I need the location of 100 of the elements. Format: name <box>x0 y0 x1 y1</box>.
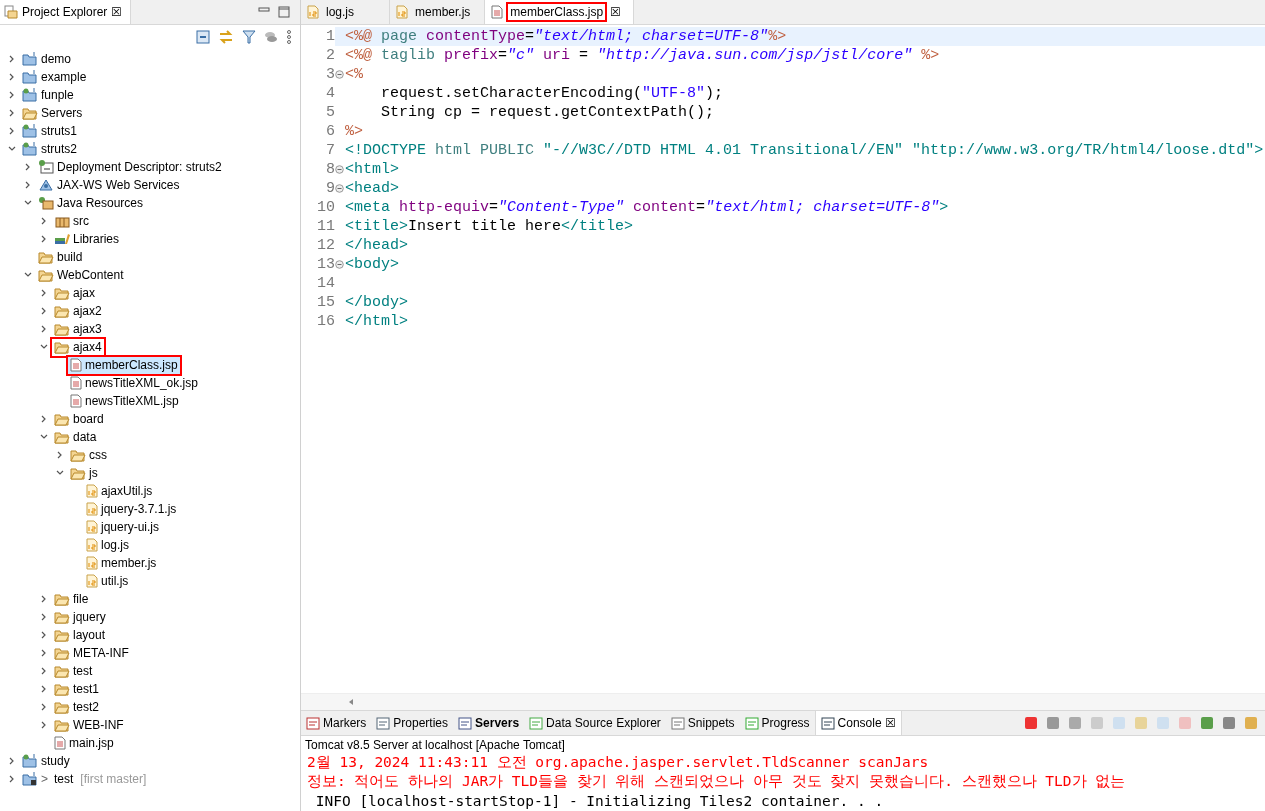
tree-item-label: log.js <box>101 538 129 552</box>
tree-item[interactable]: util.js <box>84 572 131 590</box>
tree-item[interactable]: Deployment Descriptor: struts2 <box>36 158 224 176</box>
tree-item[interactable]: test <box>52 662 95 680</box>
collapse-all-icon[interactable] <box>196 30 210 44</box>
folder-icon <box>54 412 70 426</box>
line-number: 4 <box>326 85 335 102</box>
tree-item-label: Java Resources <box>57 196 144 210</box>
line-number: 1 <box>326 28 335 45</box>
tree-item[interactable]: WEB-INF <box>52 716 126 734</box>
panel-tab[interactable]: Markers <box>301 711 372 735</box>
tree-item[interactable]: member.js <box>84 554 159 572</box>
close-button[interactable]: ☒ <box>111 5 123 19</box>
panel-tab[interactable]: Servers <box>453 711 525 735</box>
tree-item[interactable]: newsTitleXML.jsp <box>68 392 181 410</box>
tree-item[interactable]: test1 <box>52 680 101 698</box>
descriptor-icon <box>38 160 54 174</box>
tree-item[interactable]: Libraries <box>52 230 122 248</box>
tree-item[interactable]: file <box>52 590 91 608</box>
tree-item[interactable]: ajax <box>52 284 97 302</box>
tree-item[interactable]: newsTitleXML_ok.jsp <box>68 374 200 392</box>
panel-tab[interactable]: Console ☒ <box>814 711 902 735</box>
tree-item[interactable]: Servers <box>20 104 85 122</box>
tree-item[interactable]: ajax4 <box>52 338 104 356</box>
scroll-left-icon[interactable] <box>347 698 355 706</box>
panel-tab[interactable]: Properties <box>371 711 454 735</box>
tree-item-label: Deployment Descriptor: struts2 <box>57 160 222 174</box>
tree-item[interactable]: Java Resources <box>36 194 146 212</box>
tree-item[interactable]: js <box>68 464 100 482</box>
tree-item[interactable]: ajax2 <box>52 302 104 320</box>
code-line: request.setCharacterEncoding("UTF-8"); <box>380 85 724 102</box>
tree-item[interactable]: study <box>20 752 72 770</box>
tree-item[interactable]: main.jsp <box>52 734 116 752</box>
tree-item[interactable]: funple <box>20 86 76 104</box>
tree-item[interactable]: memberClass.jsp <box>68 356 180 374</box>
tree-item-label: test <box>54 772 74 786</box>
web-project-icon <box>22 124 38 138</box>
view-title: Project Explorer <box>22 5 108 19</box>
jsp-file-icon <box>70 358 82 372</box>
js-file-icon <box>86 502 98 516</box>
tree-item[interactable]: css <box>68 446 109 464</box>
tree-item-label: jquery-ui.js <box>101 520 160 534</box>
coins-icon[interactable] <box>264 30 278 44</box>
library-books-icon <box>54 232 70 246</box>
maximize-icon[interactable] <box>278 6 290 18</box>
tree-item-label: test2 <box>73 700 99 714</box>
tree-item[interactable]: ajaxUtil.js <box>84 482 155 500</box>
package-icon <box>54 214 70 228</box>
code-line: <%@ page contentType="text/html; charset=UTF-8"%> <box>345 28 787 45</box>
tree-item[interactable]: test2 <box>52 698 101 716</box>
tree-item[interactable]: layout <box>52 626 108 644</box>
filter-icon[interactable] <box>242 30 256 44</box>
line-number: 10 <box>317 199 335 216</box>
tree-item[interactable]: WebContent <box>36 266 126 284</box>
js-file-icon <box>396 5 408 19</box>
tree-item-label: JAX-WS Web Services <box>57 178 180 192</box>
tree-item[interactable]: log.js <box>84 536 131 554</box>
code-line: <html> <box>345 161 399 178</box>
tree-item[interactable]: jquery <box>52 608 108 626</box>
line-number: 15 <box>317 294 335 311</box>
tree-item[interactable]: example <box>20 68 89 86</box>
panel-tab[interactable]: Progress <box>739 711 815 735</box>
panel-tab[interactable]: Snippets <box>665 711 740 735</box>
java-resources-icon <box>38 196 54 210</box>
fold-icon[interactable] <box>335 184 344 193</box>
explorer-icon <box>4 5 18 19</box>
fold-icon[interactable] <box>335 260 344 269</box>
tree-item[interactable]: jquery-3.7.1.js <box>84 500 179 518</box>
panel-tab[interactable]: Data Source Explorer <box>524 711 666 735</box>
tree-item[interactable]: > test [first master] <box>20 770 149 788</box>
folder-icon <box>54 646 70 660</box>
close-button[interactable]: ☒ <box>884 716 896 730</box>
fold-icon[interactable] <box>335 70 344 79</box>
tree-item-label: memberClass.jsp <box>85 358 178 372</box>
tree-item[interactable]: struts1 <box>20 122 79 140</box>
tree-item[interactable]: build <box>36 248 85 266</box>
folder-icon <box>38 268 54 282</box>
tree-item[interactable]: demo <box>20 50 74 68</box>
close-button[interactable]: ☒ <box>610 5 622 19</box>
editor-tab[interactable]: memberClass.jsp ☒ <box>485 0 635 24</box>
tree-item[interactable]: JAX-WS Web Services <box>36 176 182 194</box>
js-file-icon <box>86 538 98 552</box>
code-line: <head> <box>345 180 399 197</box>
fold-icon[interactable] <box>335 165 344 174</box>
tree-item[interactable]: struts2 <box>20 140 79 158</box>
tree-item-label: src <box>73 214 89 228</box>
line-number: 5 <box>326 104 335 121</box>
tree-item[interactable]: ajax3 <box>52 320 104 338</box>
tree-item[interactable]: META-INF <box>52 644 131 662</box>
more-options-icon[interactable] <box>286 30 292 44</box>
tree-item[interactable]: jquery-ui.js <box>84 518 162 536</box>
view-tab[interactable]: Project Explorer ☒ <box>0 0 132 24</box>
js-file-icon <box>307 5 319 19</box>
tree-item[interactable]: data <box>52 428 99 446</box>
tree-item-label: css <box>89 448 107 462</box>
jsp-file-icon <box>70 376 82 390</box>
tree-item[interactable]: src <box>52 212 91 230</box>
jsp-file-icon <box>70 394 82 408</box>
tree-item-label: jquery <box>73 610 106 624</box>
tree-item[interactable]: board <box>52 410 106 428</box>
